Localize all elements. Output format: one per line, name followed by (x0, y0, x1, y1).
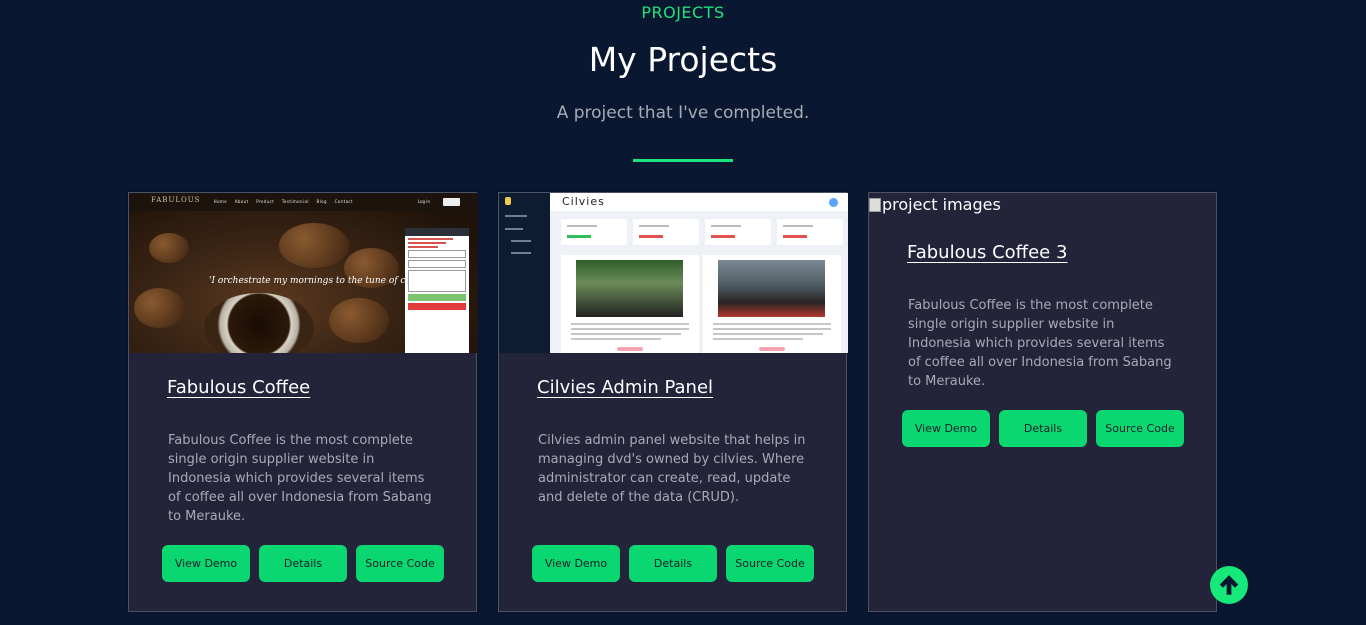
project-image-broken: project images (869, 195, 1001, 214)
project-card-fabulous-coffee-3: project images Fabulous Coffee 3 Fabulou… (868, 192, 1217, 612)
projects-section: PROJECTS My Projects A project that I've… (0, 0, 1366, 625)
project-description: Fabulous Coffee is the most complete sin… (168, 433, 432, 524)
project-description: Fabulous Coffee is the most complete sin… (908, 298, 1172, 389)
view-demo-button[interactable]: View Demo (162, 545, 250, 582)
view-demo-button[interactable]: View Demo (532, 545, 620, 582)
project-description: Cilvies admin panel website that helps i… (538, 433, 806, 505)
view-demo-button[interactable]: View Demo (902, 410, 990, 447)
project-title[interactable]: Cilvies Admin Panel (537, 377, 713, 398)
broken-image-icon (869, 198, 881, 212)
details-button[interactable]: Details (259, 545, 347, 582)
thumb-login: Log In (417, 199, 430, 204)
project-image-cilvies-admin: Cilvies (499, 193, 848, 353)
source-code-button[interactable]: Source Code (726, 545, 814, 582)
source-code-button[interactable]: Source Code (356, 545, 444, 582)
section-eyebrow: PROJECTS (641, 3, 725, 22)
project-card-cilvies-admin: Cilvies Cilvies Admin Panel Cilvies admi… (498, 192, 848, 612)
title-divider (633, 159, 733, 162)
project-card-fabulous-coffee: FABULOUS Home About Product Testimonial … (128, 192, 478, 612)
thumb-quote: 'I orchestrate my mornings to the tune o… (209, 276, 431, 286)
thumb-brand: Cilvies (562, 195, 605, 208)
details-button[interactable]: Details (629, 545, 717, 582)
section-subtitle: A project that I've completed. (556, 103, 810, 123)
source-code-button[interactable]: Source Code (1096, 410, 1184, 447)
project-image-fabulous-coffee: FABULOUS Home About Product Testimonial … (129, 193, 478, 353)
scroll-to-top-button[interactable] (1210, 566, 1248, 604)
thumb-logo: FABULOUS (151, 196, 201, 204)
arrow-up-circle-icon (1219, 575, 1239, 595)
project-title[interactable]: Fabulous Coffee 3 (907, 242, 1067, 263)
thumb-nav: Home About Product Testimonial Blog Cont… (213, 199, 353, 204)
details-button[interactable]: Details (999, 410, 1087, 447)
section-title: My Projects (588, 40, 778, 79)
thumb-support-form (405, 228, 469, 353)
image-alt-text: project images (882, 195, 1001, 214)
project-title[interactable]: Fabulous Coffee (167, 377, 310, 398)
